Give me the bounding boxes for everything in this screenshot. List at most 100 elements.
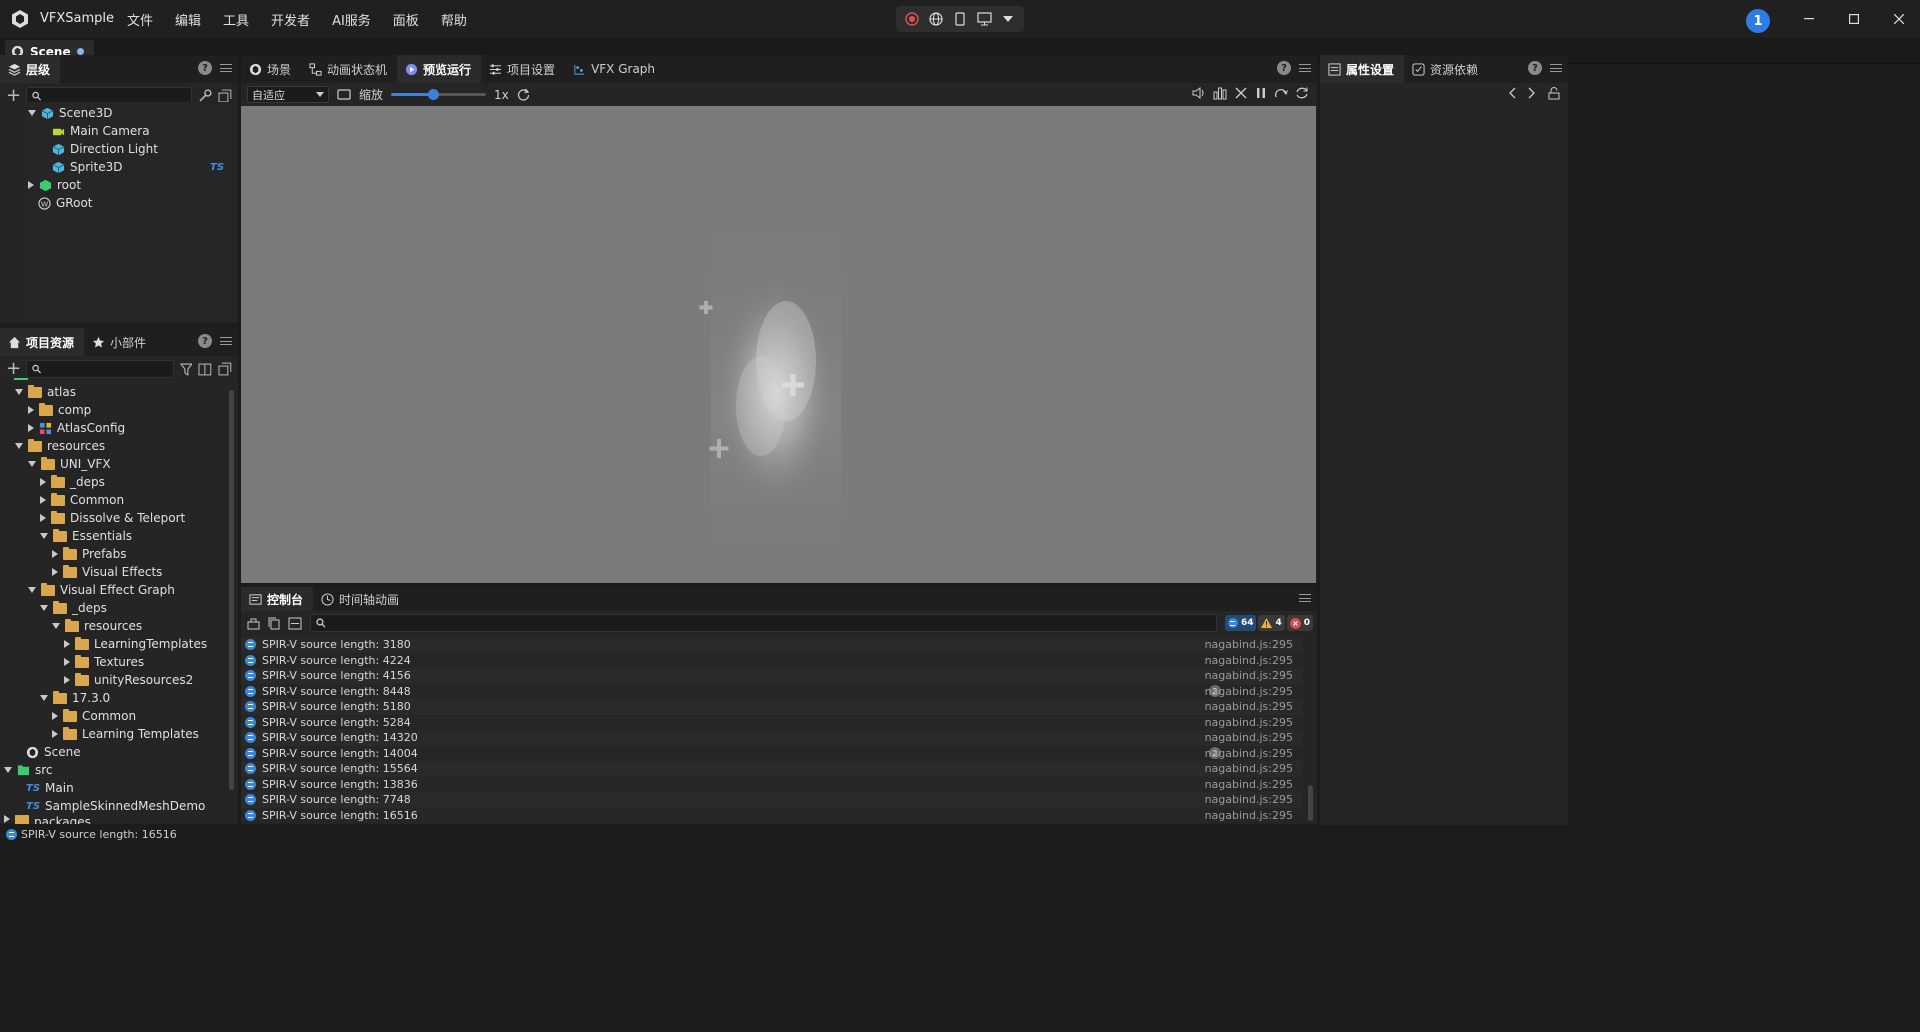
info-count-toggle[interactable]: 64	[1224, 615, 1257, 631]
asset-folder-src[interactable]: src	[4, 761, 53, 779]
error-count-toggle[interactable]: 0	[1286, 615, 1314, 631]
tab-console[interactable]: 控制台	[241, 587, 314, 611]
console-search-input[interactable]	[329, 616, 1211, 630]
expand-toggle[interactable]	[40, 496, 46, 504]
log-row[interactable]: SPIR-V source length: 14320 nagabind.js:2…	[241, 730, 1303, 746]
expand-toggle[interactable]	[64, 640, 70, 648]
asset-folder-17-3-0[interactable]: 17.3.0	[40, 689, 110, 707]
expand-toggle[interactable]	[52, 623, 60, 629]
expand-toggle[interactable]	[40, 695, 48, 701]
asset-folder-common-2[interactable]: Common	[52, 707, 136, 725]
menu-edit[interactable]: 编辑	[164, 10, 212, 29]
expand-toggle[interactable]	[40, 514, 46, 522]
tree-item-groot[interactable]: W GRoot	[38, 194, 93, 212]
reset-icon[interactable]	[517, 88, 530, 101]
log-source-link[interactable]: nagabind.js:295	[1205, 654, 1293, 667]
log-row[interactable]: SPIR-V source length: 4156 nagabind.js:29…	[241, 668, 1303, 684]
tab-preview-run[interactable]: 预览运行	[397, 55, 482, 83]
back-arrow-icon[interactable]	[1508, 87, 1516, 99]
log-row[interactable]: SPIR-V source length: 14004 2 nagabind.js:…	[241, 745, 1303, 761]
asset-folder-essentials[interactable]: Essentials	[40, 527, 132, 545]
expand-toggle[interactable]	[28, 110, 36, 116]
lock-icon[interactable]	[1548, 87, 1560, 100]
expand-toggle[interactable]	[15, 389, 23, 395]
maximize-button[interactable]	[1837, 6, 1871, 32]
status-message[interactable]: SPIR-V source length: 16516	[21, 828, 177, 841]
tree-item-direction-light[interactable]: Direction Light	[52, 140, 158, 158]
expand-toggle[interactable]	[52, 550, 58, 558]
refresh-icon[interactable]	[1295, 86, 1309, 100]
clear-console-icon[interactable]	[245, 615, 262, 632]
pause-icon[interactable]	[1255, 86, 1267, 100]
menu-file[interactable]: 文件	[116, 10, 164, 29]
panel-menu-icon[interactable]	[220, 335, 232, 347]
warning-count-toggle[interactable]: 4	[1258, 615, 1285, 631]
stats-icon[interactable]	[1213, 86, 1227, 100]
tab-project-settings[interactable]: 项目设置	[481, 55, 565, 83]
assets-search-input[interactable]	[45, 362, 168, 376]
log-row[interactable]: SPIR-V source length: 4224 nagabind.js:29…	[241, 652, 1303, 668]
expand-toggle[interactable]	[52, 712, 58, 720]
expand-toggle[interactable]	[15, 443, 23, 449]
asset-folder-comp[interactable]: comp	[28, 401, 91, 419]
expand-toggle[interactable]	[4, 767, 12, 773]
collapse-all-icon[interactable]	[218, 89, 232, 103]
log-source-link[interactable]: nagabind.js:295	[1205, 716, 1293, 729]
sound-icon[interactable]	[1192, 86, 1206, 100]
log-row[interactable]: SPIR-V source length: 15564 nagabind.js:2…	[241, 761, 1303, 777]
minimize-button[interactable]	[1792, 6, 1826, 32]
asset-folder-textures[interactable]: Textures	[64, 653, 144, 671]
log-source-link[interactable]: nagabind.js:295	[1205, 762, 1293, 775]
log-row[interactable]: SPIR-V source length: 5284 nagabind.js:29…	[241, 714, 1303, 730]
game-viewport[interactable]	[241, 106, 1316, 583]
web-preview-icon[interactable]	[926, 9, 946, 29]
copy-icon[interactable]	[266, 615, 283, 632]
tools-icon[interactable]	[1234, 86, 1248, 100]
asset-folder-uni-vfx[interactable]: UNI_VFX	[28, 455, 111, 473]
expand-toggle[interactable]	[40, 533, 48, 539]
log-source-link[interactable]: nagabind.js:295	[1205, 731, 1293, 744]
split-view-icon[interactable]	[198, 363, 212, 376]
forward-arrow-icon[interactable]	[1528, 87, 1536, 99]
fit-mode-select[interactable]: 自适应	[247, 86, 329, 103]
help-icon[interactable]: ?	[198, 61, 212, 75]
step-icon[interactable]	[1274, 86, 1288, 100]
log-source-link[interactable]: nagabind.js:295	[1205, 778, 1293, 791]
tree-item-main-camera[interactable]: Main Camera	[52, 122, 150, 140]
log-source-link[interactable]: nagabind.js:295	[1205, 685, 1293, 698]
tab-resource-dependencies[interactable]: 资源依赖	[1404, 55, 1488, 83]
panel-menu-icon[interactable]	[220, 62, 232, 74]
asset-folder-common[interactable]: Common	[40, 491, 124, 509]
asset-folder-resources[interactable]: resources	[15, 437, 105, 455]
panel-menu-icon[interactable]	[1550, 62, 1562, 74]
log-source-link[interactable]: nagabind.js:295	[1205, 669, 1293, 682]
asset-folder-prefabs[interactable]: Prefabs	[52, 545, 127, 563]
asset-folder-deps[interactable]: _deps	[40, 473, 105, 491]
expand-toggle[interactable]	[40, 605, 48, 611]
asset-folder-learning-templates-2[interactable]: Learning Templates	[52, 725, 199, 743]
tree-item-sprite3d[interactable]: Sprite3D	[52, 158, 122, 176]
asset-folder-unity-resources2[interactable]: unityResources2	[64, 671, 193, 689]
zoom-slider[interactable]	[391, 89, 487, 100]
asset-folder-resources-2[interactable]: resources	[52, 617, 142, 635]
wrap-lines-icon[interactable]	[287, 615, 304, 632]
mobile-preview-icon[interactable]	[950, 9, 970, 29]
asset-atlas-config[interactable]: AtlasConfig	[28, 419, 125, 437]
asset-folder-visual-effects[interactable]: Visual Effects	[52, 563, 162, 581]
asset-folder-deps-2[interactable]: _deps	[40, 599, 107, 617]
tab-hierarchy[interactable]: 层级	[0, 55, 61, 83]
tab-vfx-graph[interactable]: VFX Graph	[565, 55, 665, 83]
tab-timeline-animation[interactable]: 时间轴动画	[313, 587, 409, 611]
asset-folder-learning-templates[interactable]: LearningTemplates	[64, 635, 207, 653]
add-asset-button[interactable]: +	[6, 360, 21, 378]
asset-folder-packages[interactable]: packages	[4, 815, 91, 824]
close-window-button[interactable]	[1882, 6, 1916, 32]
tab-widgets[interactable]: 小部件	[84, 328, 156, 356]
expand-toggle[interactable]	[64, 658, 70, 666]
log-source-link[interactable]: nagabind.js:295	[1205, 793, 1293, 806]
assets-scrollbar[interactable]	[229, 390, 234, 790]
log-row[interactable]: SPIR-V source length: 13836 nagabind.js:2…	[241, 776, 1303, 792]
asset-folder-dissolve[interactable]: Dissolve & Teleport	[40, 509, 185, 527]
tree-item-root[interactable]: root	[28, 176, 81, 194]
expand-toggle[interactable]	[52, 730, 58, 738]
